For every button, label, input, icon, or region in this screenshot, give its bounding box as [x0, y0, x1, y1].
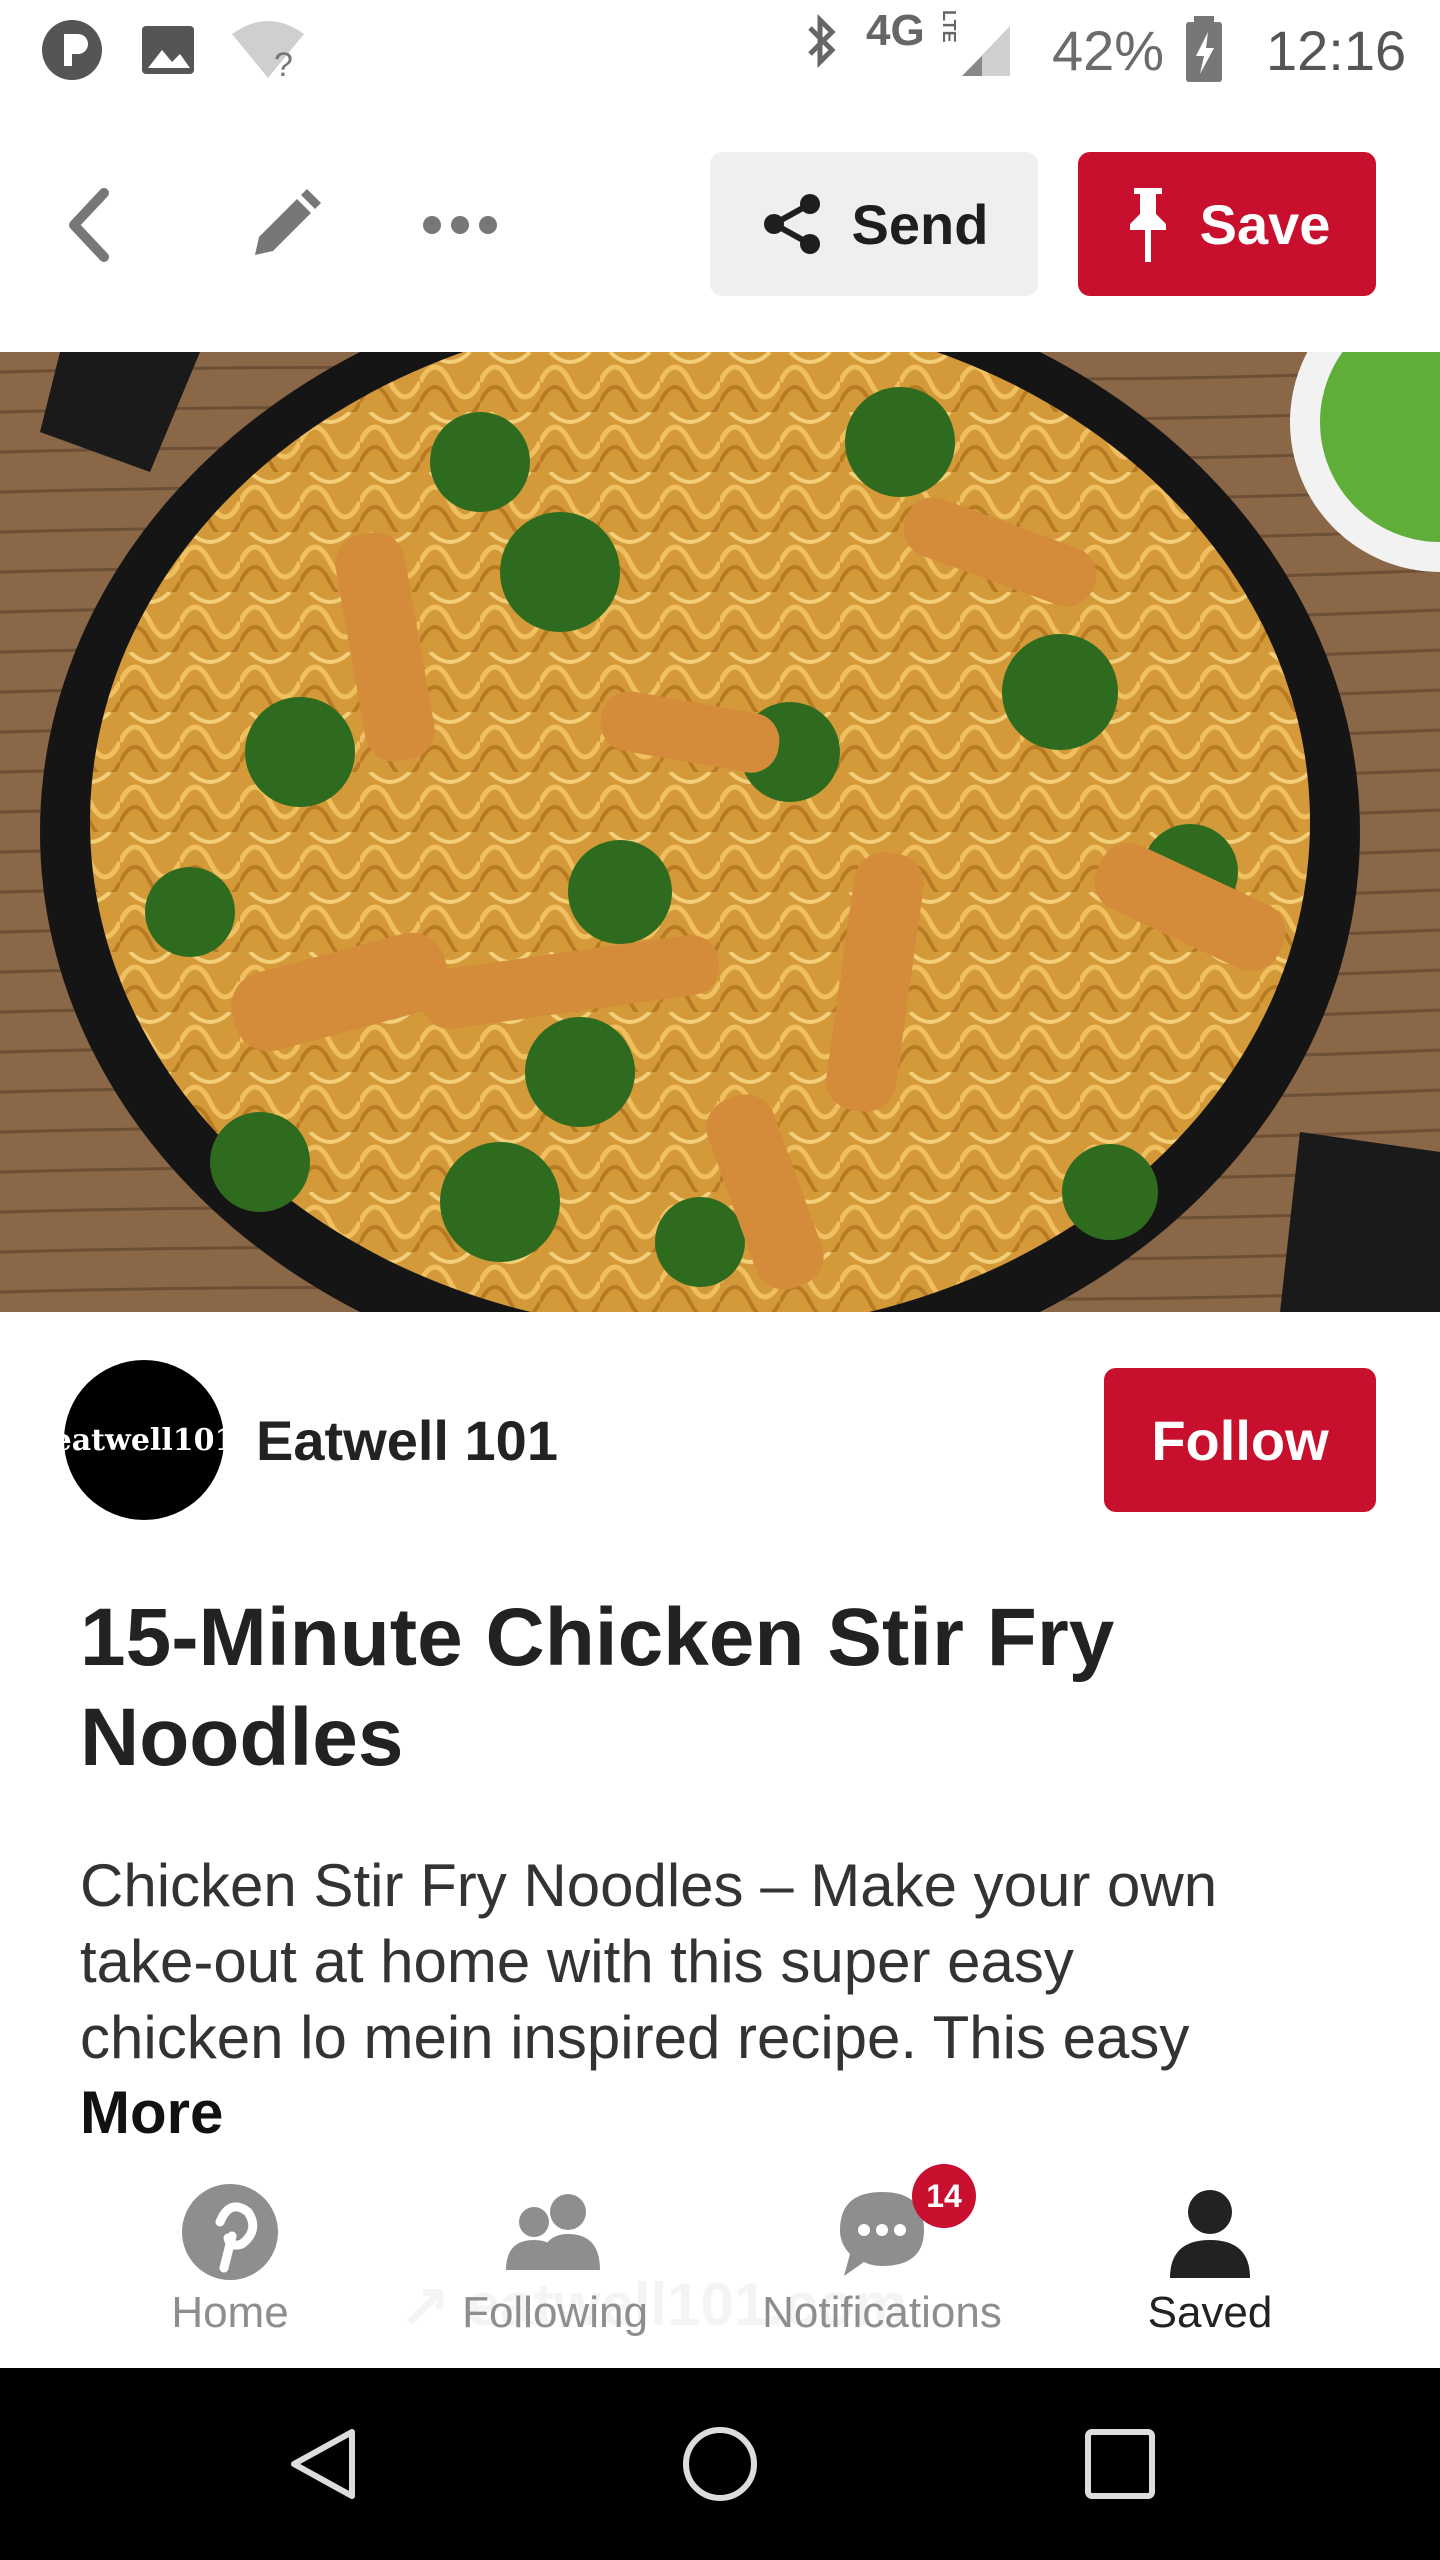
chevron-left-icon: [69, 188, 109, 262]
back-triangle-icon[interactable]: [284, 2424, 364, 2504]
nav-saved[interactable]: Saved: [1040, 2160, 1380, 2368]
nav-following[interactable]: Following: [385, 2160, 725, 2368]
image-icon: [142, 26, 194, 74]
pin-action-bar: Send Save: [0, 100, 1440, 352]
network-type: 4G: [866, 6, 925, 55]
pin-title: 15-Minute Chicken Stir Fry Noodles: [80, 1592, 1115, 1783]
battery-charging-icon: [1186, 16, 1222, 82]
send-label: Send: [851, 192, 989, 256]
pin-image[interactable]: [0, 352, 1440, 1312]
food-photo: [0, 352, 1440, 1312]
back-button[interactable]: [40, 160, 140, 290]
ellipsis-icon: [423, 216, 497, 234]
battery-percent: 42%: [1052, 19, 1165, 82]
p-app-icon: [42, 20, 102, 80]
nav-home[interactable]: Home: [60, 2160, 400, 2368]
pencil-icon: [255, 189, 321, 255]
creator-name[interactable]: Eatwell 101: [256, 1408, 558, 1473]
svg-text:?: ?: [274, 46, 293, 82]
share-icon: [763, 194, 820, 254]
edit-button[interactable]: [230, 160, 340, 290]
more-options-button[interactable]: [410, 160, 510, 290]
nav-following-label: Following: [462, 2288, 648, 2337]
recents-square-icon[interactable]: [1080, 2424, 1160, 2504]
status-bar: ? 4G LTE 42% 12:16: [0, 0, 1440, 100]
pinterest-logo-icon: [182, 2184, 278, 2280]
save-label: Save: [1199, 192, 1331, 256]
system-nav-bar: [0, 2368, 1440, 2560]
nav-saved-label: Saved: [1147, 2288, 1273, 2337]
creator-avatar-logo: eatwell101: [52, 1422, 236, 1458]
nav-home-label: Home: [171, 2288, 289, 2337]
home-circle-icon[interactable]: [680, 2424, 760, 2504]
notification-badge: 14: [912, 2164, 976, 2228]
people-icon: [506, 2194, 600, 2270]
nav-notifications[interactable]: 14 Notifications: [712, 2160, 1052, 2368]
bottom-nav: ↗ eatwell101.com Home Following 14 Notif…: [0, 2160, 1440, 2368]
creator-avatar[interactable]: eatwell101: [53, 1360, 235, 1520]
wifi-unknown-icon: ?: [232, 21, 304, 82]
more-link[interactable]: More: [80, 2078, 223, 2147]
pushpin-icon: [1129, 188, 1166, 262]
person-icon: [1170, 2190, 1250, 2278]
pin-description: Chicken Stir Fry Noodles – Make your own…: [80, 1852, 1218, 2071]
follow-button[interactable]: Follow: [1104, 1368, 1376, 1512]
nav-notifications-label: Notifications: [762, 2288, 1002, 2337]
network-sub: LTE: [939, 10, 959, 43]
signal-icon: [962, 26, 1010, 76]
send-button[interactable]: Send: [710, 152, 1038, 296]
bluetooth-icon: [808, 14, 836, 69]
save-button[interactable]: Save: [1078, 152, 1376, 296]
clock: 12:16: [1266, 19, 1407, 82]
